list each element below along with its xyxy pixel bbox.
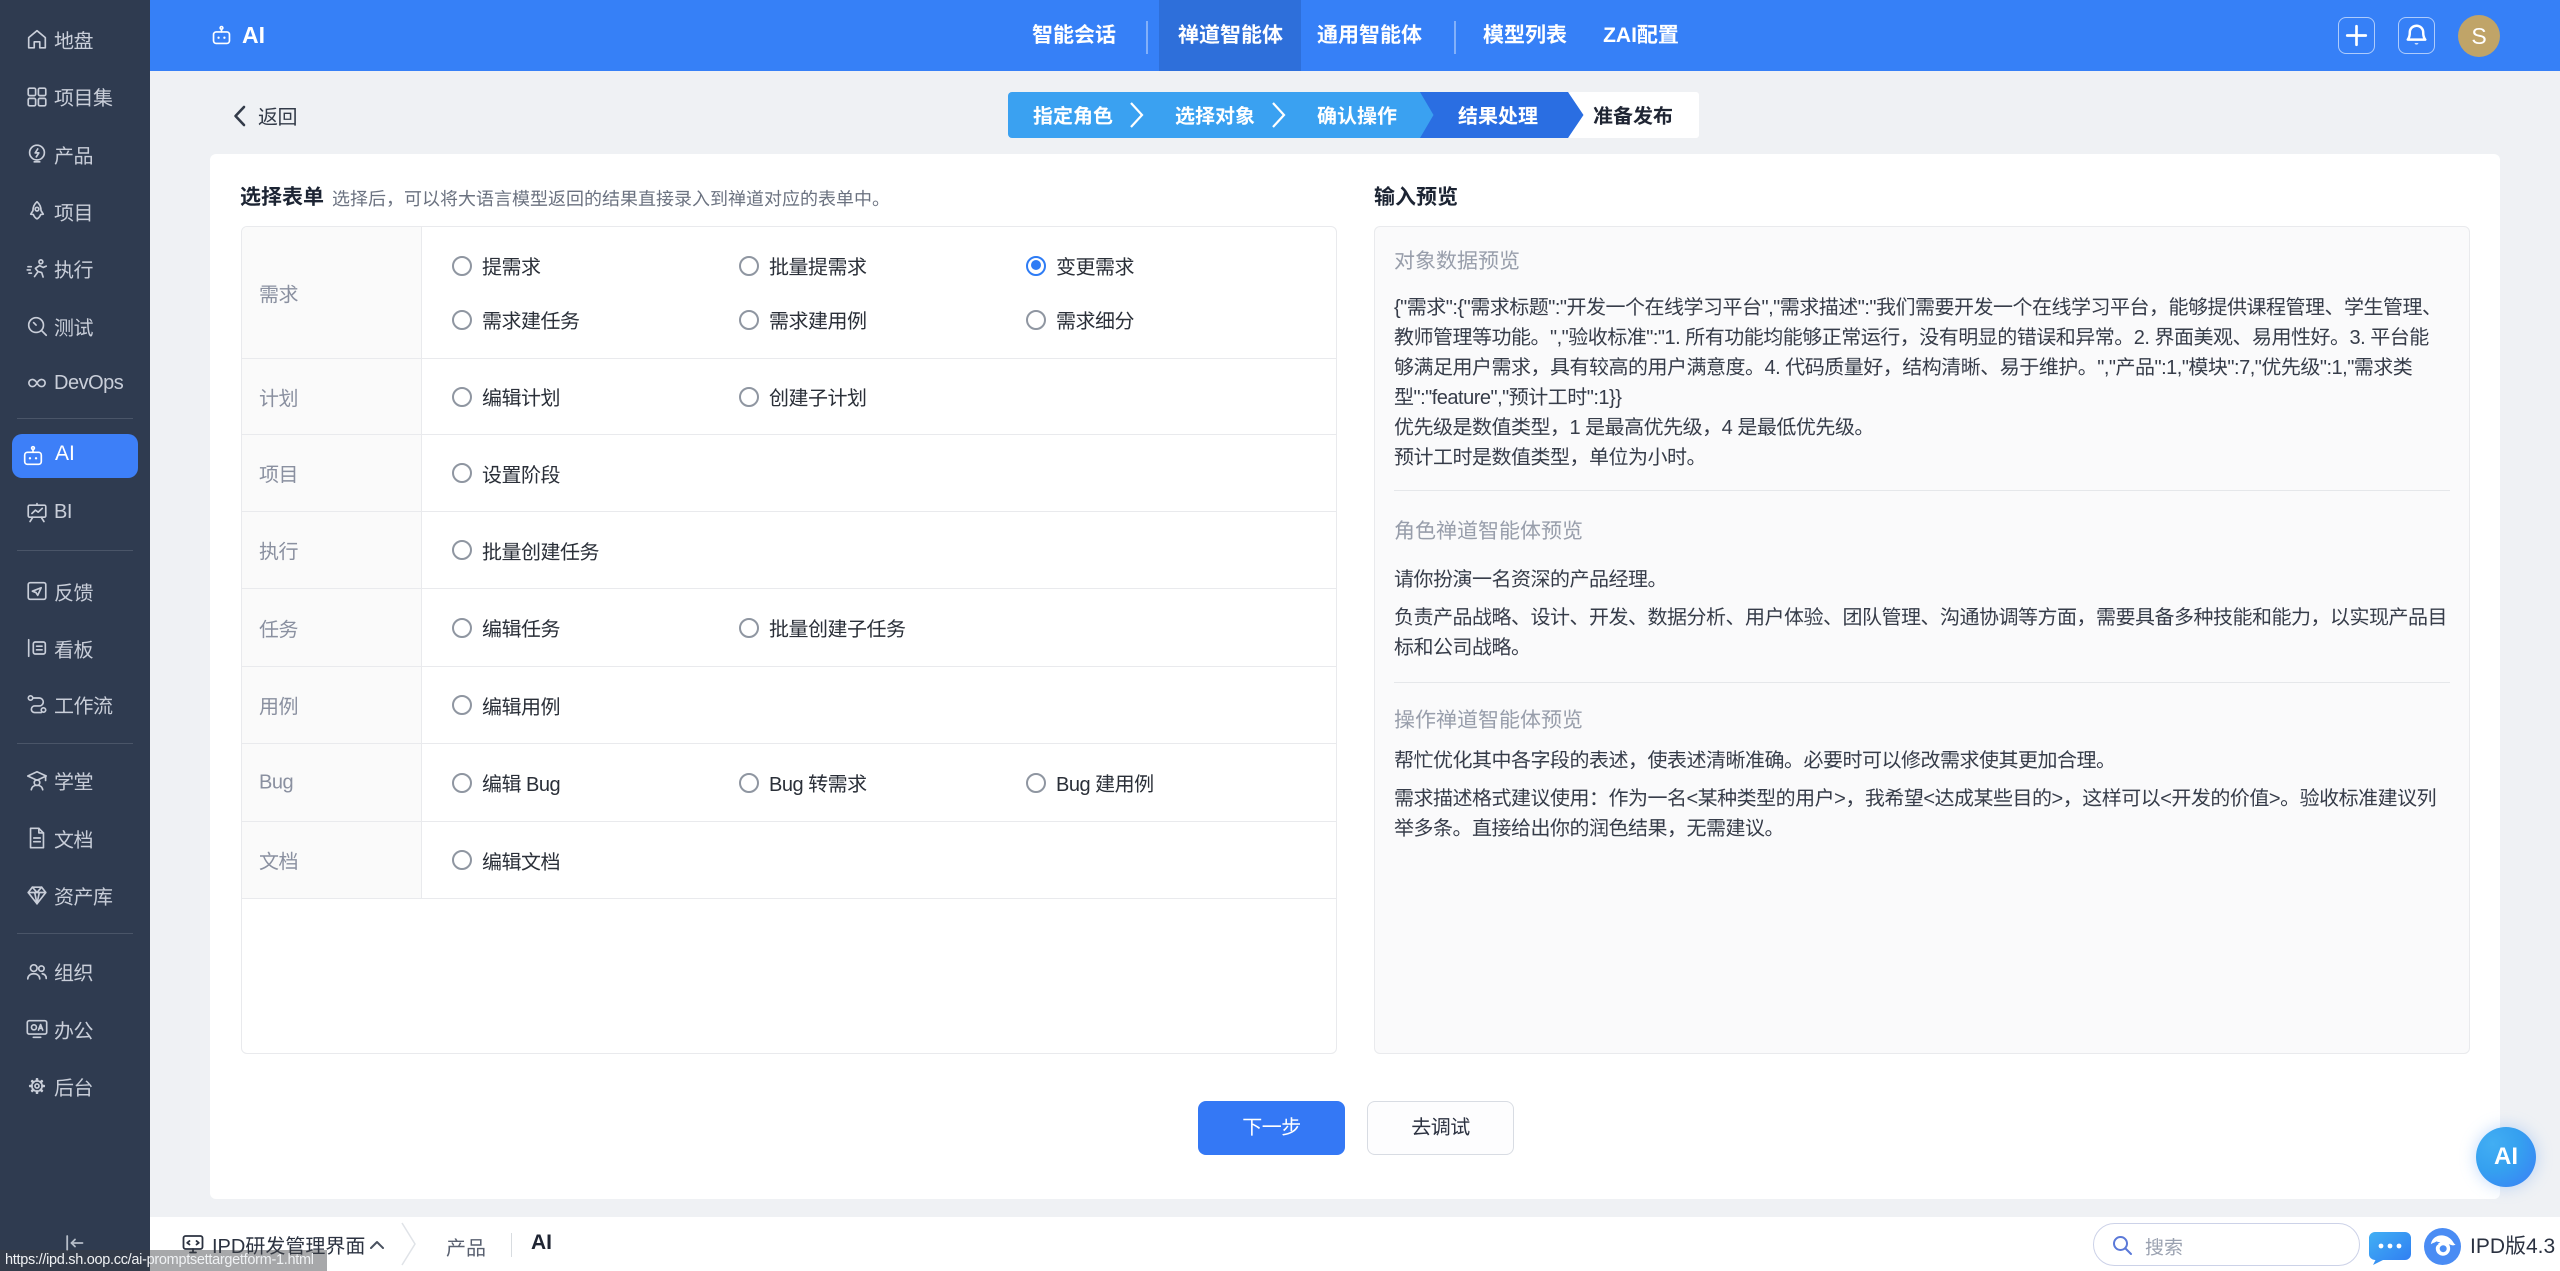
svg-text:确认操作: 确认操作 [1317, 105, 1397, 128]
svg-text:准备发布: 准备发布 [1593, 105, 1673, 128]
svg-text:选择对象: 选择对象 [1175, 105, 1255, 128]
svg-text:指定角色: 指定角色 [1033, 105, 1113, 128]
svg-text:结果处理: 结果处理 [1458, 105, 1538, 128]
